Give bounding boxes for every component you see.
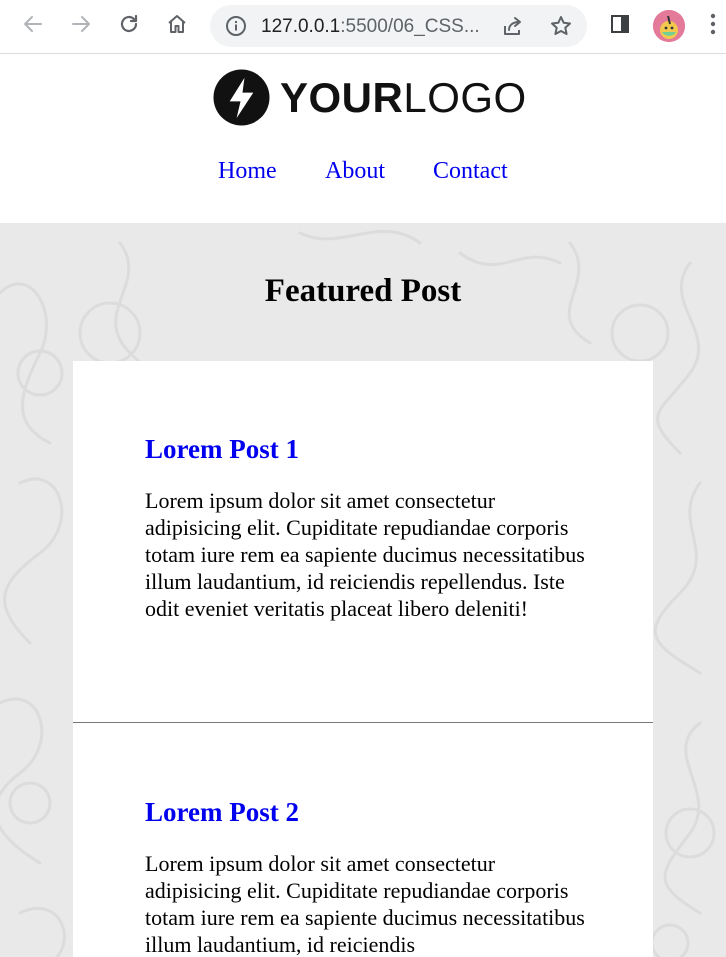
- logo-wordmark[interactable]: YOURLOGO: [280, 73, 527, 123]
- nav-link-about[interactable]: About: [325, 156, 385, 186]
- sidebar-icon[interactable]: [606, 10, 634, 38]
- url-text[interactable]: 127.0.0.1:5500/06_CSS...: [261, 16, 480, 38]
- browser-toolbar: 127.0.0.1:5500/06_CSS...: [0, 0, 726, 54]
- logo-bold-text: YOUR: [280, 74, 404, 121]
- nav-link-contact[interactable]: Contact: [433, 156, 508, 186]
- site-header: YOURLOGO Home About Contact: [0, 54, 726, 223]
- logo-light-text: LOGO: [403, 74, 527, 121]
- reload-icon[interactable]: [115, 10, 143, 38]
- home-icon[interactable]: [163, 10, 191, 38]
- kebab-menu-icon[interactable]: [703, 10, 723, 38]
- avatar[interactable]: [653, 10, 685, 42]
- page-background: Featured Post Lorem Post 1 Lorem ipsum d…: [0, 223, 726, 957]
- share-icon[interactable]: [501, 15, 525, 44]
- post-divider: [73, 722, 653, 723]
- nav-link-home[interactable]: Home: [218, 156, 277, 186]
- post-2-title[interactable]: Lorem Post 2: [145, 795, 299, 829]
- post-2-body: Lorem ipsum dolor sit amet consectetur a…: [145, 851, 585, 957]
- url-path: :5500/06_CSS...: [340, 16, 480, 37]
- address-bar[interactable]: 127.0.0.1:5500/06_CSS...: [210, 5, 587, 47]
- forward-arrow-icon[interactable]: [67, 10, 95, 38]
- star-icon[interactable]: [549, 14, 573, 43]
- url-host: 127.0.0.1: [261, 16, 341, 37]
- post-1-body: Lorem ipsum dolor sit amet consectetur a…: [145, 488, 585, 621]
- posts-card: Lorem Post 1 Lorem ipsum dolor sit amet …: [73, 361, 653, 957]
- back-arrow-icon[interactable]: [19, 10, 47, 38]
- post-1-title[interactable]: Lorem Post 1: [145, 432, 299, 466]
- main-nav: Home About Contact: [0, 156, 726, 186]
- info-icon[interactable]: [225, 15, 247, 42]
- lightning-bolt-icon[interactable]: [213, 69, 270, 131]
- featured-post-heading: Featured Post: [264, 273, 462, 309]
